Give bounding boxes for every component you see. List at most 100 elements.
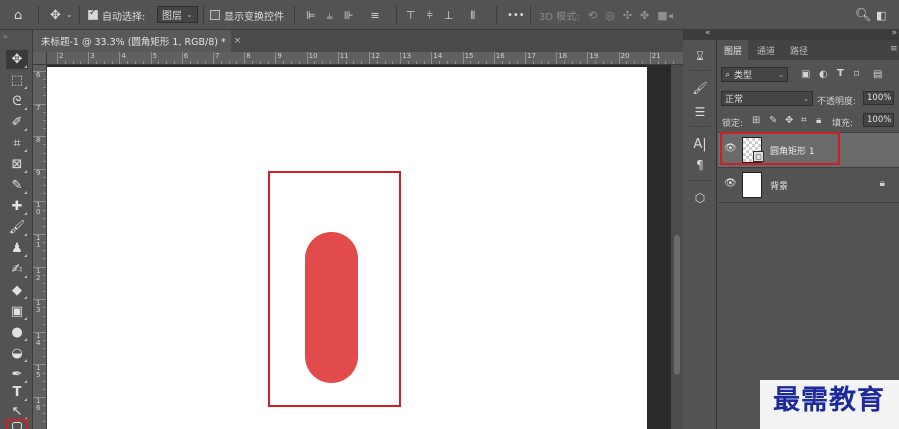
ruler-label: 11 (339, 52, 349, 60)
ruler-tick (431, 52, 433, 64)
show-transform-label: 显示变换控件 (224, 11, 284, 23)
align-top-icon[interactable]: ⊤ (406, 10, 416, 21)
expand-panels-icon[interactable]: » (891, 28, 896, 38)
3d-pan-icon[interactable]: ✣ (623, 10, 632, 21)
ruler-tick (525, 52, 526, 64)
auto-select-checkbox[interactable]: 自动选择: (88, 0, 145, 30)
opacity-label: 不透明度: (817, 97, 857, 107)
workspace-icon: ◧ (876, 8, 887, 22)
lock-label: 锁定: (722, 119, 744, 129)
eye-icon[interactable]: 👁︎ (724, 178, 737, 189)
3d-slide-icon[interactable]: ✤ (640, 10, 649, 21)
paragraph-panel-icon[interactable]: ¶ (692, 157, 708, 173)
ruler-tick (556, 52, 558, 64)
home-button[interactable]: ⌂ (14, 0, 22, 30)
scrollbar-thumb[interactable] (674, 235, 680, 375)
3d-panel-icon[interactable]: ⬡ (692, 190, 708, 206)
brush-tool[interactable]: 🖌︎ (6, 218, 28, 237)
show-transform-checkbox[interactable]: 显示变换控件 (210, 0, 284, 30)
tab-channels[interactable]: 通道 (751, 40, 781, 60)
shape-filter-icon[interactable]: ⌑ (854, 69, 859, 80)
tab-paths[interactable]: 路径 (784, 40, 814, 60)
divider (496, 6, 497, 24)
lock-all-icon[interactable]: 🔒︎ (816, 115, 821, 126)
pixel-filter-icon[interactable]: ▣ (801, 69, 810, 80)
document-tab[interactable]: 未标题-1 @ 33.3% (圆角矩形 1, RGB/8) * × (33, 30, 241, 52)
pen-tool[interactable]: ✒︎ (6, 365, 28, 384)
toolbar-collapse-icon[interactable]: » (3, 32, 8, 41)
auto-select-target-dropdown[interactable]: 图层 ⌄ (157, 6, 198, 23)
move-tool-preset-button[interactable]: ✥ ⌄ (50, 0, 73, 30)
lasso-tool[interactable]: ᘓ (6, 92, 28, 111)
close-icon[interactable]: × (234, 36, 242, 46)
crop-tool[interactable]: ⌗ (6, 134, 28, 153)
align-bottom-icon[interactable]: ⊥ (444, 10, 454, 21)
adjustment-filter-icon[interactable]: ◐ (819, 69, 828, 80)
eraser-tool[interactable]: ◆ (6, 281, 28, 300)
quick-select-tool[interactable]: ✐ (6, 113, 28, 132)
search-button[interactable]: 🔍︎ (855, 0, 872, 30)
lock-position-icon[interactable]: ✥ (785, 115, 793, 126)
3d-scale-icon[interactable]: ■◂ (657, 10, 673, 21)
layer-row-background[interactable]: 👁︎ 背景 🔒︎ (718, 168, 899, 202)
frame-icon: ⊠ (11, 157, 23, 172)
3d-orbit-icon[interactable]: ⟲ (588, 10, 597, 21)
gradient-tool[interactable]: ▣ (6, 302, 28, 321)
3d-roll-icon[interactable]: ◎ (605, 10, 615, 21)
ruler-origin[interactable] (33, 52, 47, 65)
type-filter-icon[interactable]: T (837, 68, 844, 79)
healing-brush-tool[interactable]: ✚ (6, 197, 28, 216)
vertical-scrollbar[interactable] (671, 65, 683, 429)
ruler-tick (275, 52, 277, 64)
horizontal-ruler[interactable]: 2 3 4 5 6 7 8 9 10 11 12 13 14 15 16 17 18 19 20 21 (47, 52, 683, 65)
distribute-vertical-icon[interactable]: ⫴ (471, 10, 476, 21)
move-tool-icon: ✥ (50, 7, 61, 23)
dodge-tool[interactable]: ◒ (6, 344, 28, 363)
blur-drop-icon: ● (11, 325, 23, 340)
shape-tool[interactable] (6, 419, 28, 429)
fill-field[interactable]: 100% (863, 113, 894, 127)
align-right-icon[interactable]: ⊪ (344, 10, 354, 21)
layer-name[interactable]: 背景 (770, 179, 788, 192)
vertical-ruler[interactable]: 6 7 8 9 10 11 12 13 14 15 16 (33, 65, 47, 429)
brush-settings-icon[interactable]: 🖌︎ (692, 80, 708, 96)
lock-pixels-icon[interactable]: ✎ (769, 115, 777, 126)
more-options-button[interactable]: ••• (507, 0, 525, 30)
move-tool[interactable]: ✥ (6, 50, 28, 69)
align-left-icon[interactable]: ⊫ (306, 10, 316, 21)
collapse-panels-icon[interactable]: « (705, 28, 710, 38)
blend-mode-dropdown[interactable]: 正常 ⌄ (721, 91, 813, 106)
blur-tool[interactable]: ● (6, 323, 28, 342)
smart-object-filter-icon[interactable]: ▤ (873, 69, 882, 80)
align-hcenter-icon[interactable]: ⫨ (327, 10, 333, 21)
history-panel-icon[interactable]: ⌛︎ (692, 48, 708, 64)
history-brush-tool[interactable]: ✍︎ (6, 260, 28, 279)
clone-stamp-tool[interactable]: ♟ (6, 239, 28, 258)
marquee-tool[interactable]: ⬚ (6, 71, 28, 90)
character-panel-icon[interactable]: A| (692, 136, 708, 152)
adjustments-icon[interactable]: ☰ (692, 104, 708, 120)
panel-menu-icon[interactable]: ≡ (890, 44, 898, 54)
opacity-field[interactable]: 100% (863, 91, 894, 105)
eyedropper-tool[interactable]: ✎ (6, 176, 28, 195)
lock-icon[interactable]: 🔒︎ (880, 178, 885, 189)
ruler-tick (88, 52, 90, 64)
divider (689, 126, 711, 127)
3d-mode-label: 3D 模式: (539, 11, 580, 23)
dodge-icon: ◒ (11, 346, 23, 361)
tab-layers[interactable]: 图层 (718, 40, 749, 60)
frame-tool[interactable]: ⊠ (6, 155, 28, 174)
blend-mode-value: 正常 (725, 95, 744, 105)
ruler-tick (337, 52, 339, 64)
layer-filter-dropdown[interactable]: ⌕ 类型 ⌄ (721, 67, 788, 82)
align-vcenter-icon[interactable]: ⫩ (427, 10, 433, 21)
ruler-label: 9 (277, 52, 282, 60)
workspace-button[interactable]: ◧ (876, 0, 886, 30)
distribute-horizontal-icon[interactable]: ≡ (370, 10, 379, 21)
type-tool[interactable]: T (6, 383, 28, 402)
divider (530, 6, 531, 24)
fill-label: 填充: (832, 119, 854, 129)
ruler-label: 3 (90, 52, 95, 60)
lock-transparent-icon[interactable]: ⊞ (752, 115, 760, 126)
lock-artboard-icon[interactable]: ⌗ (801, 115, 807, 126)
